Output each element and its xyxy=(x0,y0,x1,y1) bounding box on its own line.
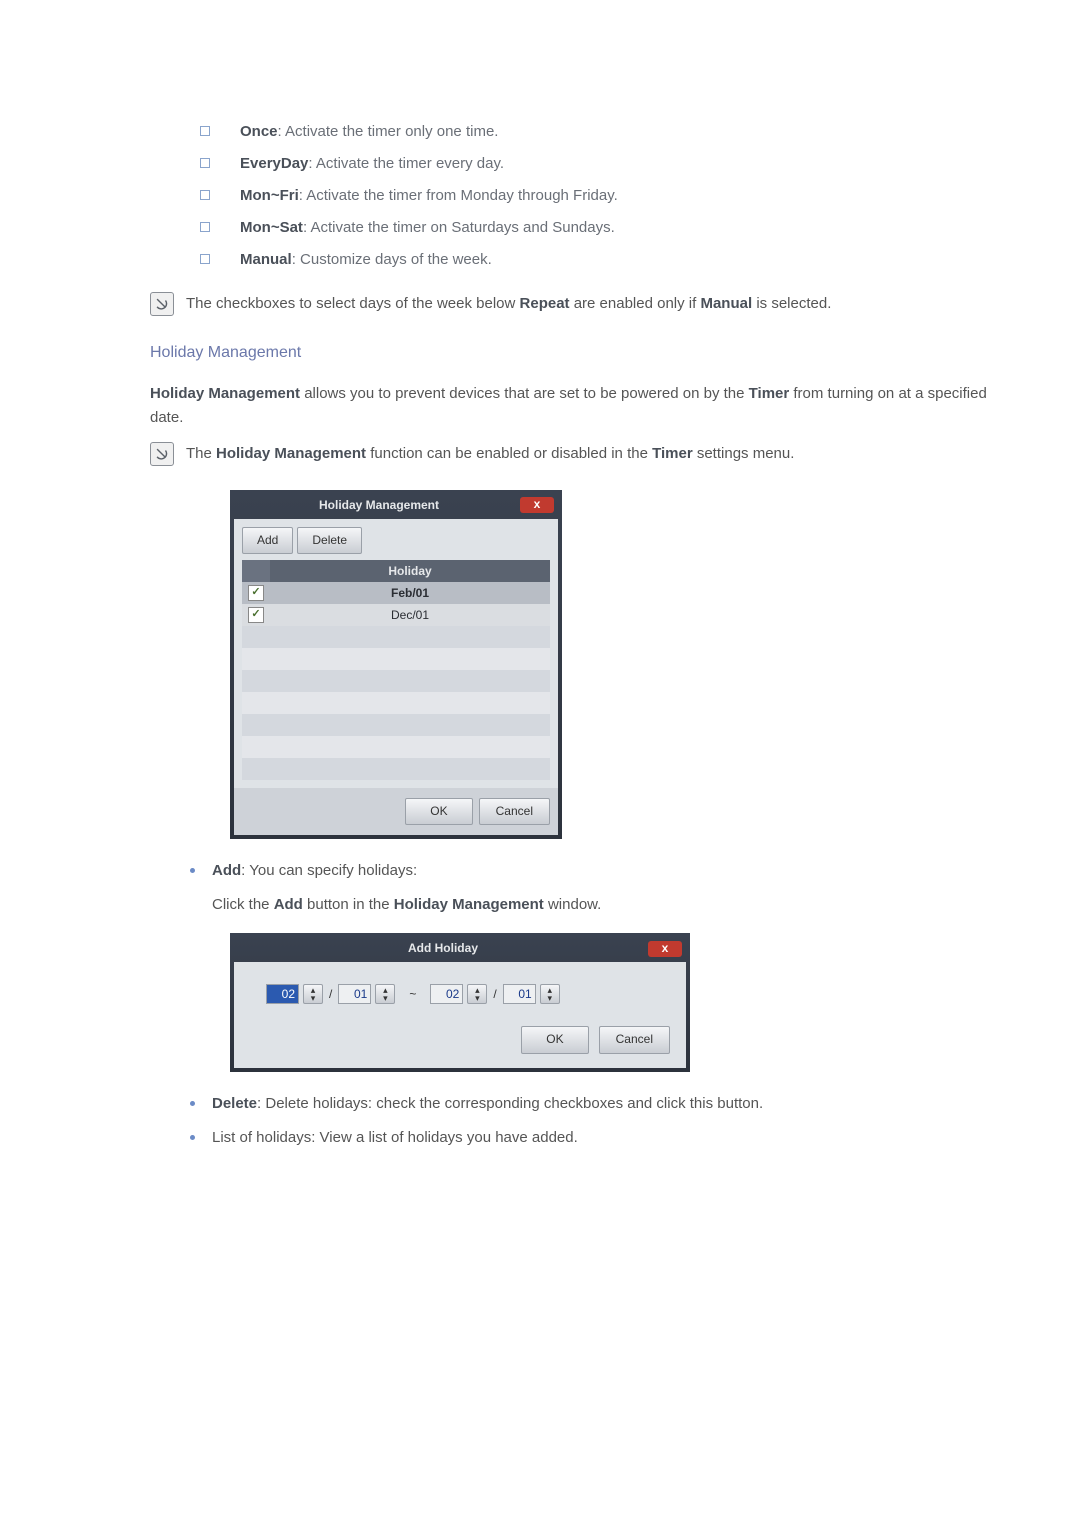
option-desc: : Activate the timer every day. xyxy=(308,155,504,172)
square-bullet-icon xyxy=(200,126,210,136)
section-paragraph: Holiday Management allows you to prevent… xyxy=(150,382,1020,430)
row-checkbox[interactable]: ✓ xyxy=(248,585,264,601)
note-text: The checkboxes to select days of the wee… xyxy=(186,292,831,316)
option-desc: : Activate the timer from Monday through… xyxy=(299,187,618,204)
list-item-add: Add: You can specify holidays: xyxy=(190,859,1020,883)
option-label: Mon~Sat xyxy=(240,219,303,236)
dialog-toolbar: Add Delete xyxy=(242,527,550,554)
table-row-empty xyxy=(242,670,550,692)
option-manual: Manual: Customize days of the week. xyxy=(200,248,1020,272)
option-label: Manual xyxy=(240,251,292,268)
dialog-titlebar: Add Holiday x xyxy=(234,937,686,962)
delete-button[interactable]: Delete xyxy=(297,527,362,554)
spinner-buttons-icon[interactable]: ▴▾ xyxy=(303,984,323,1004)
note-icon xyxy=(150,292,174,316)
square-bullet-icon xyxy=(200,222,210,232)
item-desc: List of holidays: View a list of holiday… xyxy=(212,1129,578,1146)
dot-bullet-icon xyxy=(190,868,195,873)
note-repeat-manual: The checkboxes to select days of the wee… xyxy=(150,292,1020,316)
spinner-buttons-icon[interactable]: ▴▾ xyxy=(540,984,560,1004)
dialog-body: Add Delete Holiday ✓ Feb/01 ✓ Dec/01 xyxy=(234,519,558,788)
option-desc: : Customize days of the week. xyxy=(292,251,492,268)
header-holiday: Holiday xyxy=(270,560,550,582)
dialog-footer: OK Cancel xyxy=(234,788,558,835)
header-checkbox-cell xyxy=(242,560,270,582)
close-icon[interactable]: x xyxy=(648,941,682,957)
slash-separator: / xyxy=(491,985,498,1004)
table-row-empty xyxy=(242,626,550,648)
item-label: Add xyxy=(212,862,241,879)
table-row-empty xyxy=(242,758,550,780)
holiday-management-dialog: Holiday Management x Add Delete Holiday … xyxy=(230,490,562,840)
repeat-options-list: Once: Activate the timer only one time. … xyxy=(200,120,1020,272)
option-once: Once: Activate the timer only one time. xyxy=(200,120,1020,144)
table-row-empty xyxy=(242,714,550,736)
ok-button[interactable]: OK xyxy=(405,798,472,825)
holiday-management-dialog-figure: Holiday Management x Add Delete Holiday … xyxy=(230,490,1020,840)
option-desc: : Activate the timer only one time. xyxy=(278,123,499,140)
option-desc: : Activate the timer on Saturdays and Su… xyxy=(303,219,615,236)
square-bullet-icon xyxy=(200,158,210,168)
table-row-empty xyxy=(242,692,550,714)
option-label: Once xyxy=(240,123,278,140)
add-holiday-dialog-figure: Add Holiday x 02 ▴▾ / 01 ▴▾ ~ 02 ▴▾ / 01… xyxy=(230,933,1020,1071)
section-heading: Holiday Management xyxy=(150,340,1020,366)
table-row-empty xyxy=(242,648,550,670)
date-range-inputs: 02 ▴▾ / 01 ▴▾ ~ 02 ▴▾ / 01 ▴▾ xyxy=(250,984,670,1004)
square-bullet-icon xyxy=(200,190,210,200)
option-label: EveryDay xyxy=(240,155,308,172)
row-checkbox[interactable]: ✓ xyxy=(248,607,264,623)
day-from-input[interactable]: 01 xyxy=(338,984,371,1004)
spinner-buttons-icon[interactable]: ▴▾ xyxy=(375,984,395,1004)
slash-separator: / xyxy=(327,985,334,1004)
list-item-list: List of holidays: View a list of holiday… xyxy=(190,1126,1020,1150)
table-row[interactable]: ✓ Dec/01 xyxy=(242,604,550,626)
dialog-body: 02 ▴▾ / 01 ▴▾ ~ 02 ▴▾ / 01 ▴▾ OK Cancel xyxy=(234,962,686,1067)
add-button[interactable]: Add xyxy=(242,527,293,554)
month-to-input[interactable]: 02 xyxy=(430,984,463,1004)
cancel-button[interactable]: Cancel xyxy=(479,798,550,825)
row-value: Dec/01 xyxy=(270,604,550,626)
option-label: Mon~Fri xyxy=(240,187,299,204)
dot-bullet-icon xyxy=(190,1101,195,1106)
note-holiday-mgmt: The Holiday Management function can be e… xyxy=(150,442,1020,466)
tilde-separator: ~ xyxy=(399,985,426,1004)
dialog-title: Add Holiday xyxy=(238,939,648,958)
option-monsat: Mon~Sat: Activate the timer on Saturdays… xyxy=(200,216,1020,240)
add-instruction: Click the Add button in the Holiday Mana… xyxy=(212,893,1020,917)
note-icon xyxy=(150,442,174,466)
option-everyday: EveryDay: Activate the timer every day. xyxy=(200,152,1020,176)
table-header: Holiday xyxy=(242,560,550,582)
item-desc: : You can specify holidays: xyxy=(241,862,417,879)
dot-bullet-icon xyxy=(190,1135,195,1140)
list-item-delete: Delete: Delete holidays: check the corre… xyxy=(190,1092,1020,1116)
table-row-empty xyxy=(242,736,550,758)
row-value: Feb/01 xyxy=(270,582,550,604)
dialog-title: Holiday Management xyxy=(238,496,520,515)
ok-button[interactable]: OK xyxy=(521,1026,588,1053)
note-text: The Holiday Management function can be e… xyxy=(186,442,794,466)
dialog-titlebar: Holiday Management x xyxy=(234,494,558,519)
day-to-input[interactable]: 01 xyxy=(503,984,536,1004)
square-bullet-icon xyxy=(200,254,210,264)
month-from-input[interactable]: 02 xyxy=(266,984,299,1004)
dialog-footer: OK Cancel xyxy=(250,1026,670,1053)
table-row[interactable]: ✓ Feb/01 xyxy=(242,582,550,604)
item-label: Delete xyxy=(212,1095,257,1112)
option-monfri: Mon~Fri: Activate the timer from Monday … xyxy=(200,184,1020,208)
cancel-button[interactable]: Cancel xyxy=(599,1026,670,1053)
spinner-buttons-icon[interactable]: ▴▾ xyxy=(467,984,487,1004)
add-holiday-dialog: Add Holiday x 02 ▴▾ / 01 ▴▾ ~ 02 ▴▾ / 01… xyxy=(230,933,690,1071)
close-icon[interactable]: x xyxy=(520,497,554,513)
item-desc: : Delete holidays: check the correspondi… xyxy=(257,1095,763,1112)
